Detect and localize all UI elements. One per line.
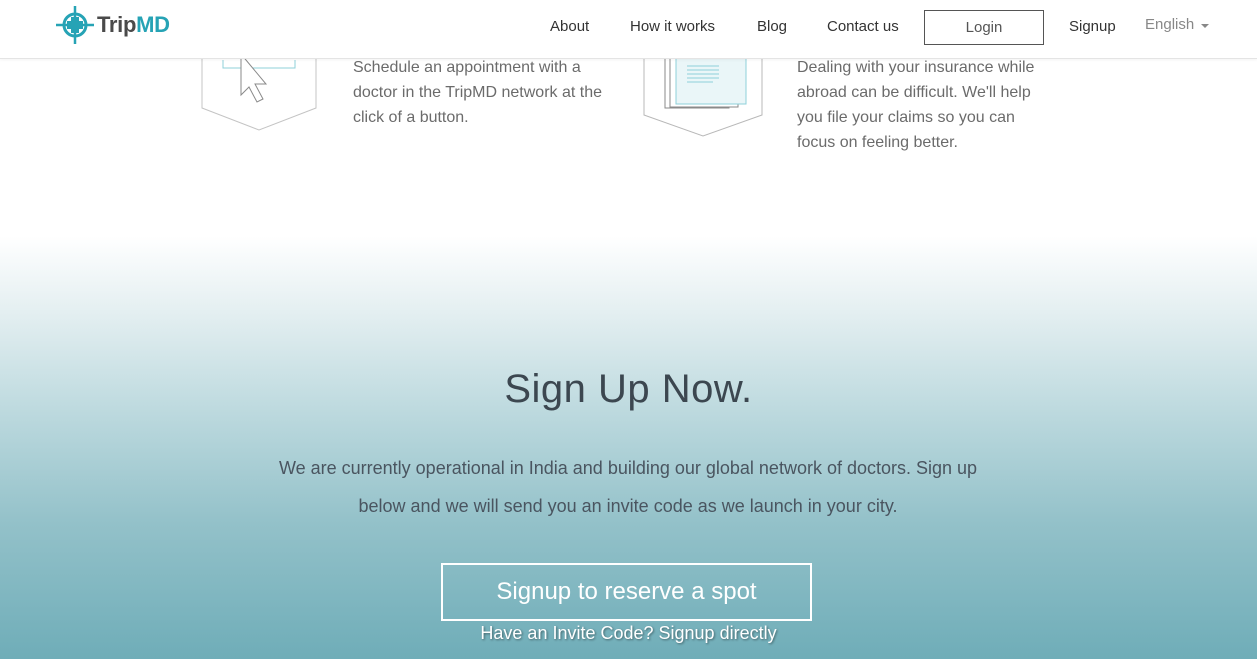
signup-section: Sign Up Now. We are currently operationa… xyxy=(0,236,1257,659)
top-navbar: TripMD About How it works Blog Contact u… xyxy=(0,0,1257,59)
nav-how-it-works[interactable]: How it works xyxy=(630,18,715,35)
nav-signup[interactable]: Signup xyxy=(1069,18,1116,35)
caret-down-icon xyxy=(1201,23,1210,28)
reserve-spot-button[interactable]: Signup to reserve a spot xyxy=(441,563,812,621)
compass-cross-icon xyxy=(56,6,94,44)
feature-text-insurance: Dealing with your insurance while abroad… xyxy=(797,59,1035,151)
invite-code-link[interactable]: Have an Invite Code? Signup directly xyxy=(0,623,1257,644)
feature-text-appointment: Schedule an appointment with a doctor in… xyxy=(353,59,602,126)
logo-wordmark: TripMD xyxy=(97,12,170,38)
signup-title: Sign Up Now. xyxy=(504,367,753,411)
nav-about[interactable]: About xyxy=(550,18,589,35)
logo-text-trip: Trip xyxy=(97,12,137,37)
signup-description: We are currently operational in India an… xyxy=(278,458,978,516)
login-button[interactable]: Login xyxy=(924,10,1044,45)
language-dropdown[interactable]: English xyxy=(1145,16,1210,33)
logo[interactable]: TripMD xyxy=(55,6,170,44)
logo-text-md: MD xyxy=(136,12,170,37)
page: Schedule an appointment with a doctor in… xyxy=(0,0,1257,659)
nav-contact-us[interactable]: Contact us xyxy=(827,18,899,35)
language-label: English xyxy=(1145,16,1195,33)
nav-blog[interactable]: Blog xyxy=(757,18,787,35)
